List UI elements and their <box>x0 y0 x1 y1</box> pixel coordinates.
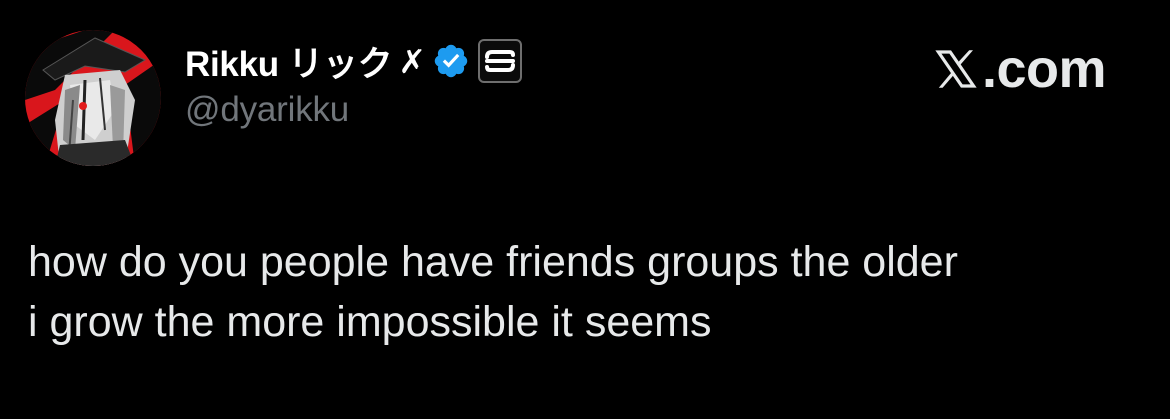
author-info: Rikku リック ✗ @dyarikku <box>185 36 522 130</box>
tweet-text-line: i grow the more impossible it seems <box>28 298 712 346</box>
tweet-text: how do you people have friends groups th… <box>28 232 1148 352</box>
author-handle[interactable]: @dyarikku <box>185 90 522 130</box>
author-name-suffix: ✗ <box>398 41 426 81</box>
avatar[interactable] <box>25 30 161 166</box>
author-display-name[interactable]: Rikku リック <box>185 36 393 87</box>
site-domain-text: .com <box>982 39 1107 99</box>
tweet-text-line: how do you people have friends groups th… <box>28 238 958 286</box>
verified-badge-icon <box>432 42 470 80</box>
site-logo: .com <box>932 38 1107 100</box>
x-logo-icon <box>932 45 980 93</box>
affiliate-badge-icon[interactable] <box>478 39 522 83</box>
author-name-row: Rikku リック ✗ <box>185 36 522 86</box>
avatar-anime-character-icon <box>25 30 161 166</box>
tweet-card: Rikku リック ✗ @dyarikku .com how do you pe… <box>0 0 1170 419</box>
